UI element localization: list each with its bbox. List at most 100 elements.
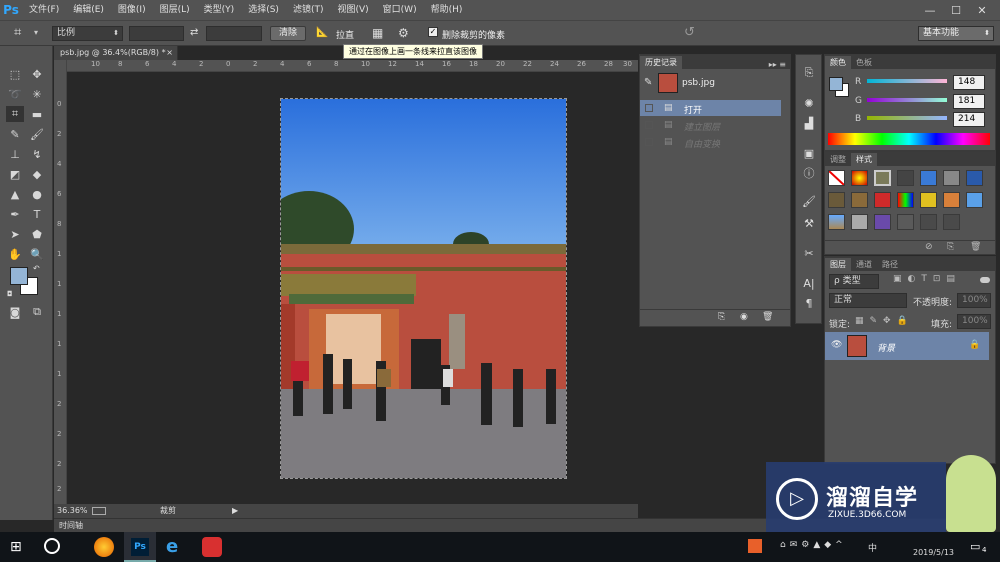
style-swatch[interactable] [828, 214, 845, 230]
style-swatch[interactable] [943, 214, 960, 230]
style-swatch[interactable] [874, 214, 891, 230]
dodge-tool-icon[interactable]: ● [28, 186, 46, 202]
tab-adjustments[interactable]: 调整 [825, 153, 851, 166]
history-checkbox[interactable] [645, 104, 653, 112]
windows-start-icon[interactable]: ⊞ [10, 539, 22, 555]
menu-edit[interactable]: 编辑(E) [66, 0, 111, 20]
ie-icon[interactable]: e [166, 536, 178, 557]
tab-history[interactable]: 历史记录 [640, 56, 682, 69]
eraser-tool-icon[interactable]: ◩ [6, 166, 24, 182]
history-item[interactable]: ▤ 建立图层 [640, 117, 781, 133]
tab-styles[interactable]: 样式 [851, 153, 877, 166]
history-checkbox[interactable] [645, 138, 653, 146]
history-item[interactable]: ▤ 自由变换 [640, 134, 781, 150]
document-image[interactable] [280, 98, 567, 479]
firefox-icon[interactable] [94, 537, 114, 557]
overlay-grid-icon[interactable]: ▦ [372, 26, 383, 40]
notification-icon[interactable]: ▭ [970, 540, 980, 553]
layer-filter-select[interactable]: ρ 类型 [829, 274, 879, 289]
tray-app-icon[interactable] [748, 539, 762, 553]
swap-colors-icon[interactable]: ↶ [33, 264, 40, 273]
pen-tool-icon[interactable]: ✒ [6, 206, 24, 222]
new-style-icon[interactable]: ⎘ [947, 242, 954, 252]
clone-source-icon[interactable]: ✂ [799, 245, 819, 261]
style-swatch[interactable] [966, 192, 983, 208]
style-swatch[interactable] [897, 214, 914, 230]
gear-icon[interactable]: ⚙ [398, 26, 409, 40]
height-field[interactable] [206, 26, 262, 41]
history-brush-icon[interactable]: ↯ [28, 146, 46, 162]
brush-panel-icon[interactable]: 🖌 [799, 193, 819, 209]
style-swatch[interactable] [851, 170, 868, 186]
layer-comps-icon[interactable]: ▣ [799, 145, 819, 161]
tab-color[interactable]: 颜色 [825, 56, 851, 69]
lasso-tool-icon[interactable]: ➰ [6, 86, 24, 102]
blur-tool-icon[interactable]: ▲ [6, 186, 24, 202]
info-icon[interactable]: ⓘ [799, 165, 819, 181]
history-panel-icon[interactable]: ⎘ [799, 65, 819, 81]
tool-preset-chevron-icon[interactable]: ▾ [34, 28, 38, 37]
style-swatch[interactable] [943, 192, 960, 208]
doc-info-icon[interactable] [92, 507, 106, 515]
menu-layer[interactable]: 图层(L) [153, 0, 197, 20]
ime-indicator[interactable]: 中 [868, 541, 877, 554]
history-item[interactable]: ▤ 打开 [640, 100, 781, 116]
clear-style-icon[interactable]: ⊘ [925, 242, 933, 252]
clear-button[interactable]: 清除 [270, 26, 306, 41]
maximize-button[interactable]: ☐ [944, 0, 968, 20]
layer-filter-icons[interactable]: ▣◐T⊡▤ [893, 274, 961, 284]
ruler-tool-icon[interactable]: ▬ [28, 106, 46, 122]
close-tab-icon[interactable]: × [166, 46, 173, 60]
marquee-tool-icon[interactable]: ⬚ [6, 66, 24, 82]
paragraph-icon[interactable]: ¶ [799, 295, 819, 311]
style-swatch[interactable] [920, 170, 937, 186]
brush-tool-icon[interactable]: 🖌 [28, 126, 46, 142]
menu-help[interactable]: 帮助(H) [424, 0, 470, 20]
brush-source-icon[interactable]: ✎ [644, 77, 652, 88]
foreground-color-swatch[interactable] [10, 267, 28, 285]
app-icon[interactable] [202, 537, 222, 557]
stamp-tool-icon[interactable]: ⊥ [6, 146, 24, 162]
quick-mask-icon[interactable]: ◙ [6, 304, 24, 320]
minimize-button[interactable]: — [918, 0, 942, 20]
character-icon[interactable]: A| [799, 275, 819, 291]
photoshop-taskbar-item[interactable]: Ps [124, 532, 156, 562]
g-slider[interactable] [867, 98, 947, 102]
g-input[interactable]: 181 [953, 94, 985, 109]
history-checkbox[interactable] [645, 121, 653, 129]
straighten-icon[interactable]: 📐 [316, 27, 328, 38]
tab-paths[interactable]: 路径 [877, 258, 903, 271]
style-none-swatch[interactable] [828, 170, 845, 186]
menu-file[interactable]: 文件(F) [22, 0, 66, 20]
reset-icon[interactable]: ↺ [684, 25, 695, 40]
shape-tool-icon[interactable]: ⬟ [28, 226, 46, 242]
delete-cropped-checkbox[interactable]: ✓ [428, 27, 438, 37]
straighten-label[interactable]: 拉直 [336, 28, 354, 41]
style-swatch[interactable] [897, 192, 914, 208]
style-swatch[interactable] [851, 192, 868, 208]
blend-mode-select[interactable]: 正常 [829, 293, 907, 308]
menu-image[interactable]: 图像(I) [111, 0, 153, 20]
style-swatch[interactable] [897, 170, 914, 186]
ratio-select[interactable]: 比例 ⬍ [52, 26, 123, 41]
document-tab[interactable]: psb.jpg @ 36.4%(RGB/8) * × [54, 46, 178, 60]
zoom-tool-icon[interactable]: 🔍 [28, 246, 46, 262]
filter-toggle[interactable] [980, 277, 990, 283]
hand-tool-icon[interactable]: ✋ [6, 246, 24, 262]
tab-swatches[interactable]: 色板 [851, 56, 877, 69]
opacity-input[interactable]: 100% [957, 293, 991, 308]
menu-select[interactable]: 选择(S) [241, 0, 286, 20]
style-swatch[interactable] [874, 192, 891, 208]
tab-channels[interactable]: 通道 [851, 258, 877, 271]
crop-tool-icon[interactable]: ⌗ [6, 106, 24, 122]
foreground-color-swatch[interactable] [829, 77, 843, 91]
magic-wand-tool-icon[interactable]: ✳ [28, 86, 46, 102]
color-spectrum[interactable] [828, 133, 990, 145]
tool-presets-icon[interactable]: ⚒ [799, 215, 819, 231]
default-colors-icon[interactable]: ◘ [7, 290, 13, 298]
tray-icons[interactable]: ⌂✉⚙▲◆^ [780, 540, 847, 550]
r-slider[interactable] [867, 79, 947, 83]
r-input[interactable]: 148 [953, 75, 985, 90]
trash-icon[interactable]: 🗑 [762, 312, 773, 322]
screen-mode-icon[interactable]: ⧉ [28, 304, 46, 320]
